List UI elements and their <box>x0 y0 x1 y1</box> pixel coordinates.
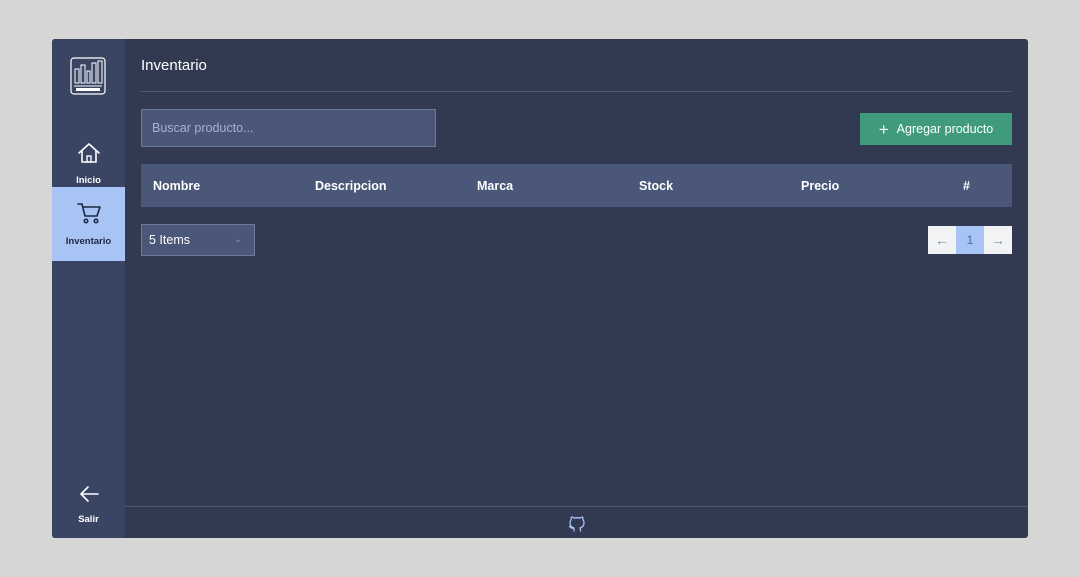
add-product-label: Agregar producto <box>896 122 994 136</box>
sidebar-item-salir[interactable]: Salir <box>52 477 125 533</box>
arrow-left-icon <box>78 485 100 508</box>
home-icon <box>77 142 101 169</box>
title-divider <box>141 91 1012 92</box>
column-header-stock[interactable]: Stock <box>639 179 673 193</box>
sidebar-item-label: Inventario <box>65 236 112 247</box>
table-header: Nombre Descripcion Marca Stock Precio # <box>141 164 1012 207</box>
column-header-nombre[interactable]: Nombre <box>153 179 200 193</box>
page-button-current[interactable]: 1 <box>956 226 984 254</box>
sidebar-item-label: Inicio <box>76 175 101 186</box>
sidebar-item-inventario[interactable]: Inventario <box>52 187 125 261</box>
column-header-marca[interactable]: Marca <box>477 179 513 193</box>
previous-page-button[interactable]: ← <box>928 226 956 254</box>
app-window: Inicio Inventario Salir Inventario Busca… <box>52 39 1028 538</box>
page-title: Inventario <box>141 57 207 74</box>
column-header-actions: # <box>963 178 970 193</box>
add-product-button[interactable]: + Agregar producto <box>860 113 1012 145</box>
github-icon[interactable] <box>567 513 587 533</box>
sidebar-item-label: Salir <box>78 514 99 525</box>
cart-icon <box>76 201 102 230</box>
arrow-right-icon: → <box>991 232 1005 248</box>
search-input[interactable] <box>141 109 436 147</box>
stock-control-logo[interactable] <box>70 57 106 95</box>
next-page-button[interactable]: → <box>984 226 1012 254</box>
chevron-down-icon: ⌄ <box>233 234 242 245</box>
sidebar: Inicio Inventario Salir <box>52 39 125 538</box>
plus-icon: + <box>878 119 889 139</box>
footer <box>125 506 1028 538</box>
page-size-value: 5 Items <box>149 233 190 247</box>
column-header-descripcion[interactable]: Descripcion <box>315 179 387 193</box>
arrow-left-icon: ← <box>935 232 949 248</box>
page-size-select[interactable]: 5 Items ⌄ <box>141 224 255 256</box>
column-header-precio[interactable]: Precio <box>801 179 839 193</box>
pagination: ← 1 → <box>928 226 1012 254</box>
main-content: Inventario + Agregar producto Nombre Des… <box>125 39 1028 538</box>
